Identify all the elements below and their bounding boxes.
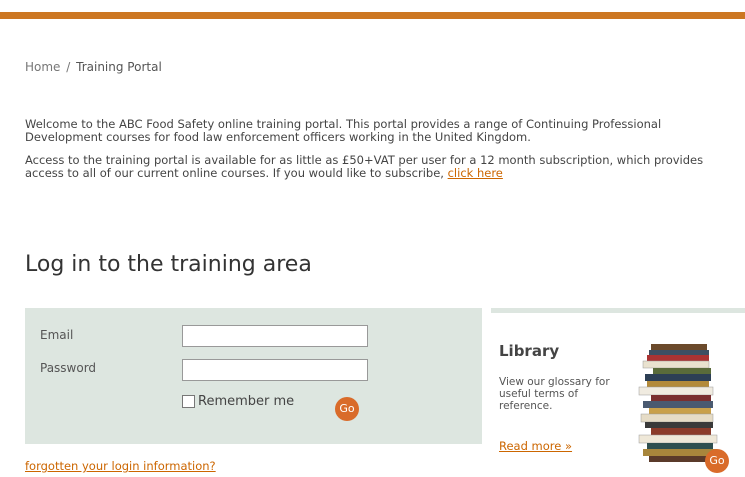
library-title: Library (499, 342, 560, 360)
intro-paragraph-2-text: Access to the training portal is availab… (25, 153, 704, 180)
breadcrumb: Home / Training Portal (25, 60, 162, 74)
intro-paragraph-1: Welcome to the ABC Food Safety online tr… (25, 117, 662, 144)
library-read-more-link[interactable]: Read more » (499, 439, 572, 453)
breadcrumb-current: Training Portal (76, 60, 162, 74)
email-field[interactable] (182, 325, 368, 347)
subscribe-link[interactable]: click here (448, 166, 503, 180)
login-heading: Log in to the training area (25, 252, 312, 277)
intro-text: Welcome to the ABC Food Safety online tr… (25, 118, 725, 190)
remember-me[interactable]: Remember me (182, 394, 294, 409)
remember-me-label: Remember me (198, 394, 295, 409)
top-accent-bar (0, 12, 745, 19)
email-label: Email (40, 328, 74, 342)
password-field[interactable] (182, 359, 368, 381)
library-description: View our glossary for useful terms of re… (499, 376, 610, 412)
intro-paragraph-2: Access to the training portal is availab… (25, 154, 725, 180)
library-panel: Library View our glossary for useful ter… (491, 308, 745, 473)
login-form: Email Password Remember me Go (25, 308, 482, 444)
forgot-login-link[interactable]: forgotten your login information? (25, 459, 216, 473)
password-label: Password (40, 361, 97, 375)
login-go-button[interactable]: Go (335, 397, 359, 421)
library-go-button[interactable]: Go (705, 449, 729, 473)
library-panel-border (491, 308, 745, 313)
breadcrumb-home-link[interactable]: Home (25, 60, 60, 74)
remember-me-checkbox[interactable] (182, 395, 195, 408)
breadcrumb-separator: / (66, 60, 71, 74)
